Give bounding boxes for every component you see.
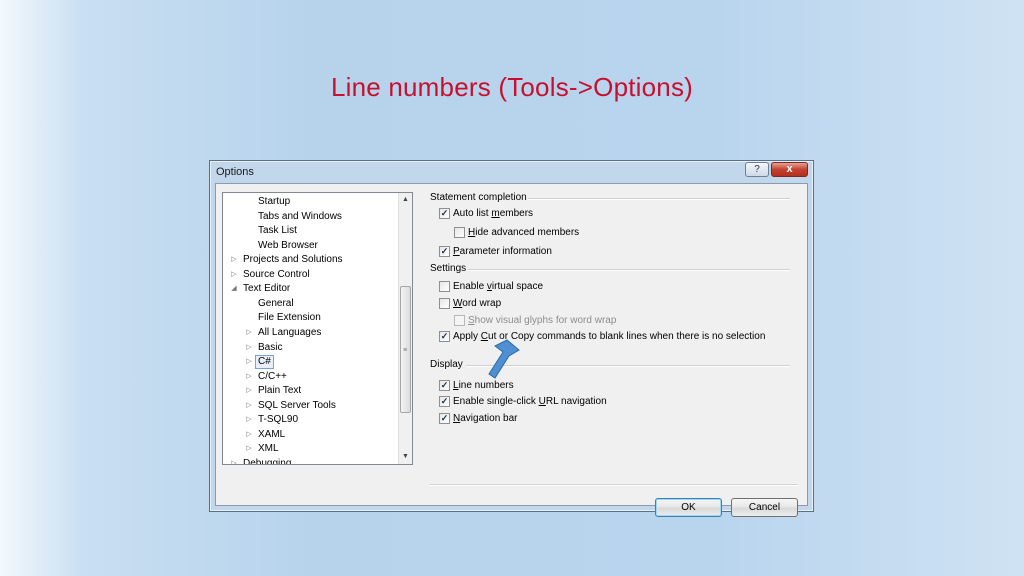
tree-item-label: File Extension: [258, 312, 321, 324]
options-dialog: Options ? x Startup Tabs and Windows Task …: [209, 160, 814, 517]
tree-collapsed-icon[interactable]: ▷: [244, 384, 254, 398]
tree-item-label: Startup: [258, 196, 291, 207]
tree-collapsed-icon[interactable]: ▷: [244, 442, 254, 456]
checkbox[interactable]: [454, 227, 465, 238]
tree-item-label: Source Control: [243, 268, 310, 280]
tree-item[interactable]: ▷ Debugging: [223, 457, 400, 465]
option-label: Line numbers: [453, 380, 514, 391]
tree-item-label: T-SQL90: [258, 414, 299, 426]
tree-item[interactable]: ▷ XML: [223, 442, 400, 456]
tree-item[interactable]: ▷ Basic: [223, 341, 400, 355]
checkbox[interactable]: [439, 281, 450, 292]
scroll-thumb[interactable]: ≡: [400, 286, 411, 413]
tree-item[interactable]: ▷ C/C++: [223, 370, 400, 384]
tree-item-label: Projects and Solutions: [243, 254, 343, 266]
tree-item-label: XML: [258, 443, 279, 455]
options-tree[interactable]: Startup Tabs and Windows Task List Web Brow…: [222, 192, 413, 465]
option-label: Parameter information: [453, 246, 552, 257]
checkbox[interactable]: ✓: [439, 246, 450, 257]
tree-item-label: SQL Server Tools: [258, 399, 336, 411]
tree-item[interactable]: General: [223, 297, 400, 311]
slide-title: Line numbers (Tools->Options): [330, 72, 694, 102]
tree-item[interactable]: ▷ XAML: [223, 428, 400, 442]
option-label: Hide advanced members: [468, 227, 580, 238]
cancel-button[interactable]: Cancel: [731, 498, 798, 517]
tree-collapsed-icon[interactable]: ▷: [229, 253, 239, 267]
option-label: Enable virtual space: [453, 281, 544, 292]
tree-collapsed-icon[interactable]: ▷: [244, 399, 254, 413]
tree-item-label: XAML: [258, 428, 286, 440]
group-statement-completion: Statement completion: [430, 192, 527, 203]
group-divider: [468, 269, 790, 271]
tree-item[interactable]: ▷ SQL Server Tools: [223, 399, 400, 413]
help-button[interactable]: ?: [745, 162, 769, 177]
tree-item-label: Basic: [258, 341, 283, 353]
group-settings: Settings: [430, 263, 467, 274]
tree-item[interactable]: Startup: [223, 195, 400, 209]
tree-collapsed-icon[interactable]: ▷: [244, 428, 254, 442]
scroll-down-icon[interactable]: ▼: [399, 450, 412, 464]
checkbox[interactable]: ✓: [439, 208, 450, 219]
tree-item[interactable]: ▷ T-SQL90: [223, 413, 400, 427]
checkbox[interactable]: [439, 298, 450, 309]
button-separator: [430, 484, 798, 486]
tree-item[interactable]: ◢ Text Editor: [223, 282, 400, 296]
tree-item-label: Plain Text: [258, 385, 302, 397]
tree-item[interactable]: Web Browser: [223, 239, 400, 253]
tree-item[interactable]: ▷ All Languages: [223, 326, 400, 340]
tree-item[interactable]: File Extension: [223, 311, 400, 325]
dialog-titlebar[interactable]: Options ? x: [210, 161, 813, 183]
tree-item[interactable]: ▷ Projects and Solutions: [223, 253, 400, 267]
tree-item-label: C#: [255, 355, 274, 370]
tree-item-label: C/C++: [258, 370, 287, 382]
tree-item-label: Tabs and Windows: [258, 210, 342, 222]
tree-collapsed-icon[interactable]: ▷: [229, 268, 239, 282]
tree-collapsed-icon[interactable]: ▷: [229, 457, 239, 464]
arrow-icon: [488, 339, 520, 379]
tree-item-label: Debugging: [243, 457, 292, 465]
option-label: Show visual glyphs for word wrap: [468, 315, 617, 326]
tree-item-label: General: [258, 297, 294, 309]
tree-collapsed-icon[interactable]: ▷: [244, 341, 254, 355]
option-label: Enable single-click URL navigation: [453, 396, 607, 407]
option-label: Word wrap: [453, 298, 502, 309]
checkbox[interactable]: ✓: [439, 331, 450, 342]
group-divider: [528, 198, 790, 200]
tree-item-label: Web Browser: [258, 239, 318, 251]
checkbox[interactable]: ✓: [439, 380, 450, 391]
ok-button[interactable]: OK: [655, 498, 722, 517]
tree-item[interactable]: Task List: [223, 224, 400, 238]
tree-item-label: All Languages: [258, 326, 322, 338]
tree-item[interactable]: ▷ C#: [223, 355, 400, 370]
tree-collapsed-icon[interactable]: ▷: [244, 326, 254, 340]
dialog-title: Options: [216, 166, 254, 178]
tree-collapsed-icon[interactable]: ▷: [244, 370, 254, 384]
tree-item-label: Text Editor: [243, 283, 291, 295]
tree-item[interactable]: ▷ Source Control: [223, 268, 400, 282]
tree-expanded-icon[interactable]: ◢: [229, 282, 239, 296]
tree-collapsed-icon[interactable]: ▷: [244, 413, 254, 427]
tree-item[interactable]: Tabs and Windows: [223, 210, 400, 224]
tree-item-label: Task List: [258, 225, 297, 237]
option-label: Auto list members: [453, 208, 534, 219]
tree-collapsed-icon[interactable]: ▷: [244, 355, 254, 369]
tree-item[interactable]: ▷ Plain Text: [223, 384, 400, 398]
checkbox: [454, 315, 465, 326]
scroll-up-icon[interactable]: ▲: [399, 193, 412, 207]
close-button[interactable]: x: [771, 162, 808, 177]
option-label: Navigation bar: [453, 413, 518, 424]
checkbox[interactable]: ✓: [439, 413, 450, 424]
tree-scrollbar[interactable]: ▲ ≡ ▼: [398, 193, 412, 464]
checkbox[interactable]: ✓: [439, 396, 450, 407]
group-display: Display: [430, 359, 463, 370]
